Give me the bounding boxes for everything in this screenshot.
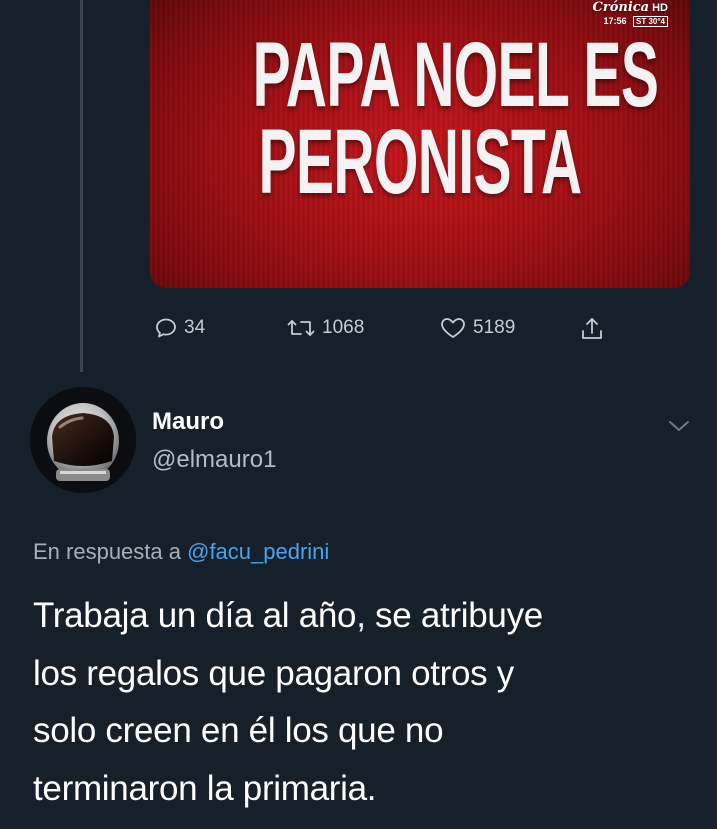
tweet-text-line: los regalos que pagaron otros y: [33, 653, 515, 693]
channel-name: Crónica HD: [593, 0, 669, 15]
tweet-text-line: terminaron la primaria.: [33, 768, 377, 808]
headline-line-1: PAPA NOEL ES: [252, 24, 659, 126]
avatar[interactable]: [30, 387, 136, 493]
channel-name-text: Crónica: [592, 0, 650, 15]
thread-connector-line: [80, 0, 83, 372]
like-button[interactable]: 5189: [439, 316, 515, 340]
tv-channel-logo: Crónica HD 17:56 ST 30°4: [593, 0, 669, 27]
retweet-count: 1068: [322, 317, 365, 338]
share-button[interactable]: [580, 316, 604, 342]
in-reply-to: En respuesta a @facu_pedrini: [33, 539, 329, 565]
astronaut-helmet-icon: [30, 387, 136, 493]
retweet-icon: [287, 320, 315, 336]
retweet-button[interactable]: 1068: [286, 316, 364, 340]
heart-icon: [441, 318, 465, 338]
reply-to-prefix: En respuesta a: [33, 539, 181, 564]
share-icon: [582, 318, 602, 339]
tweet-text: Trabaja un día al año, se atribuye los r…: [33, 587, 703, 817]
author-name[interactable]: Mauro: [152, 408, 224, 436]
reply-button[interactable]: 34: [154, 316, 205, 340]
reply-to-mention-link[interactable]: @facu_pedrini: [187, 539, 329, 564]
author-handle[interactable]: @elmauro1: [152, 446, 276, 474]
tweet-media-image[interactable]: Crónica HD 17:56 ST 30°4 PAPA NOEL ES PER…: [150, 0, 690, 288]
media-headline: PAPA NOEL ES PERONISTA: [252, 24, 659, 214]
channel-quality: HD: [652, 2, 668, 14]
more-options-button[interactable]: [666, 416, 692, 441]
reply-icon: [156, 318, 176, 338]
reply-count: 34: [184, 317, 206, 338]
tweet-thread: Crónica HD 17:56 ST 30°4 PAPA NOEL ES PER…: [0, 0, 717, 829]
tweet-text-line: Trabaja un día al año, se atribuye: [33, 596, 543, 635]
chevron-down-icon: [669, 421, 689, 431]
tweet-action-bar: 34 1068 5189: [154, 316, 624, 346]
like-count: 5189: [473, 317, 516, 338]
headline-line-2: PERONISTA: [258, 111, 583, 214]
tweet-text-line: solo creen en él los que no: [33, 711, 444, 750]
